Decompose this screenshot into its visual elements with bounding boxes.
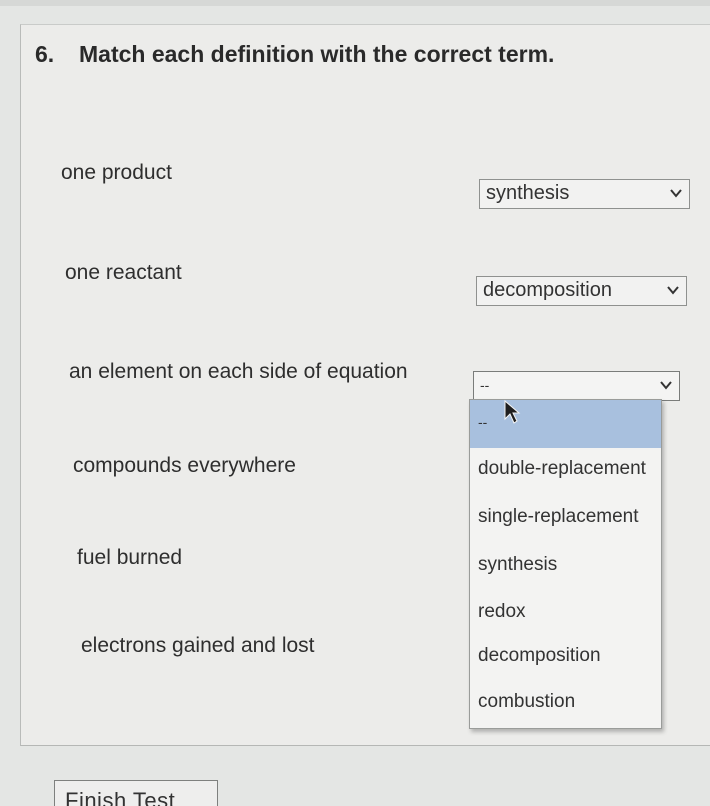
term-select-value: synthesis — [486, 182, 570, 204]
dropdown-option[interactable]: decomposition — [470, 637, 661, 682]
definition-label: one product — [61, 161, 172, 184]
chevron-down-icon — [670, 189, 682, 198]
question-panel: 6. Match each definition with the correc… — [20, 24, 710, 746]
mouse-pointer-icon — [504, 399, 521, 424]
definition-label: electrons gained and lost — [81, 634, 315, 657]
dropdown-list: -- double-replacement single-replacement… — [469, 399, 662, 729]
dropdown-option[interactable]: synthesis — [470, 546, 661, 592]
dropdown-option[interactable]: -- — [470, 400, 661, 448]
question-prompt: Match each definition with the correct t… — [79, 41, 555, 67]
term-select-value: decomposition — [483, 279, 612, 301]
top-strip — [0, 0, 710, 6]
dropdown-option[interactable]: combustion — [470, 683, 661, 728]
definition-label: an element on each side of equation — [69, 360, 408, 383]
question-number: 6. — [35, 41, 55, 67]
definition-label: fuel burned — [77, 546, 183, 569]
finish-test-button[interactable]: Finish Test — [54, 780, 218, 806]
term-select-value: -- — [480, 377, 490, 393]
dropdown-option[interactable]: double-replacement — [470, 450, 661, 496]
chevron-down-icon — [667, 286, 679, 295]
dropdown-option[interactable]: single-replacement — [470, 498, 661, 544]
term-select[interactable]: decomposition — [476, 276, 687, 306]
definition-label: one reactant — [65, 261, 182, 284]
definition-label: compounds everywhere — [73, 454, 296, 477]
dropdown-option[interactable]: redox — [470, 593, 661, 637]
term-select[interactable]: synthesis — [479, 179, 690, 209]
chevron-down-icon — [660, 381, 672, 390]
term-select[interactable]: -- — [473, 371, 680, 401]
